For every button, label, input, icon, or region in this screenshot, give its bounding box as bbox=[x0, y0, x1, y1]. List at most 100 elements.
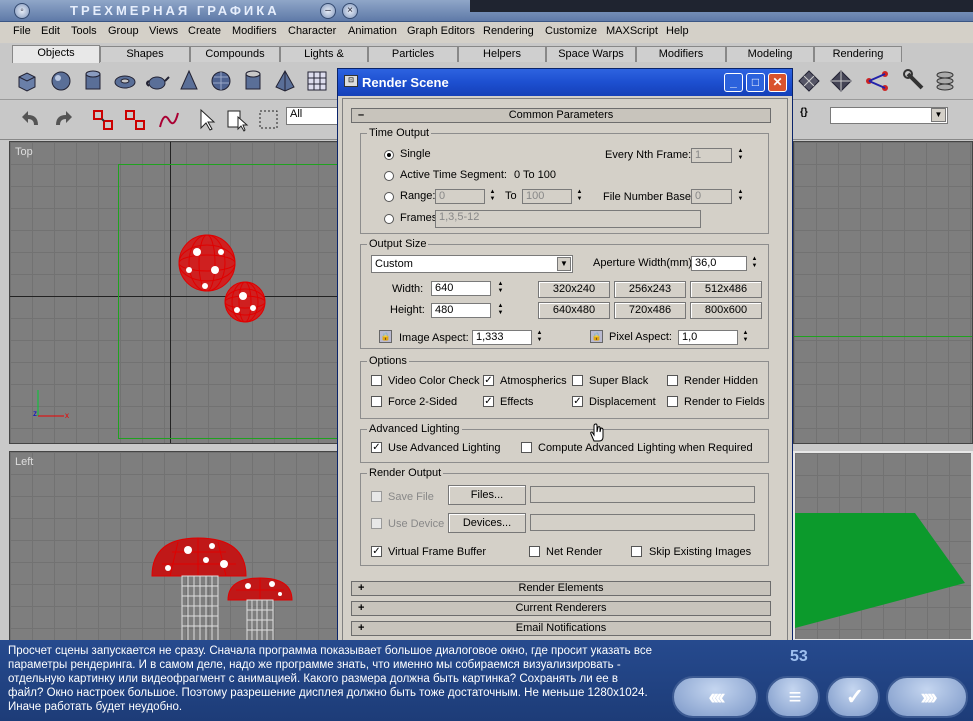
radio-single[interactable] bbox=[384, 150, 394, 160]
spinner[interactable]: ▲ ▼ bbox=[535, 330, 544, 345]
redo-icon[interactable] bbox=[50, 107, 76, 133]
prev-page-button[interactable]: ‹‹‹‹ bbox=[672, 676, 758, 718]
select-by-name-icon[interactable] bbox=[224, 107, 250, 133]
checkbox-render-to-fields[interactable] bbox=[667, 396, 678, 407]
range-to-input[interactable]: 100 bbox=[522, 189, 572, 204]
spinner[interactable]: ▲ ▼ bbox=[736, 148, 745, 163]
plane-icon[interactable] bbox=[304, 68, 330, 94]
chevron-down-icon[interactable]: ▼ bbox=[931, 108, 946, 122]
menu-modifiers[interactable]: Modifiers bbox=[232, 25, 277, 37]
spinner[interactable]: ▲ ▼ bbox=[575, 189, 584, 204]
checkbox-save-file[interactable] bbox=[371, 491, 382, 502]
tab-helpers[interactable]: Helpers bbox=[458, 46, 546, 62]
tab-compounds[interactable]: Compounds bbox=[190, 46, 280, 62]
tab-modifiers[interactable]: Modifiers bbox=[636, 46, 726, 62]
checkbox-skip-existing-images[interactable] bbox=[631, 546, 642, 557]
menu-help[interactable]: Help bbox=[666, 25, 689, 37]
checkbox-virtual-frame-buffer[interactable]: ✓ bbox=[371, 546, 382, 557]
preset-256x243-button[interactable]: 256x243 bbox=[614, 281, 686, 298]
width-input[interactable]: 640 bbox=[431, 281, 491, 296]
undo-icon[interactable] bbox=[18, 107, 44, 133]
viewport-label-top[interactable]: Top bbox=[15, 146, 33, 158]
menu-customize[interactable]: Customize bbox=[545, 25, 597, 37]
viewport-top[interactable]: Top zx bbox=[9, 141, 338, 444]
torus-icon[interactable] bbox=[112, 68, 138, 94]
preset-320x240-button[interactable]: 320x240 bbox=[538, 281, 610, 298]
lock-icon[interactable]: 🔒 bbox=[379, 330, 392, 343]
close-button[interactable]: ✕ bbox=[768, 73, 787, 92]
viewport-front[interactable] bbox=[793, 141, 973, 444]
contents-button[interactable]: ≡ bbox=[766, 676, 820, 718]
checkbox-atmospherics[interactable]: ✓ bbox=[483, 375, 494, 386]
tab-particles[interactable]: Particles bbox=[368, 46, 458, 62]
aperture-width-input[interactable]: 36,0 bbox=[691, 256, 747, 271]
radio-frames[interactable] bbox=[384, 214, 394, 224]
devices-button[interactable]: Devices... bbox=[448, 513, 526, 533]
maximize-button[interactable]: □ bbox=[746, 73, 765, 92]
geosphere-icon[interactable] bbox=[208, 68, 234, 94]
pixel-aspect-input[interactable]: 1,0 bbox=[678, 330, 738, 345]
checkbox-net-render[interactable] bbox=[529, 546, 540, 557]
spinner[interactable]: ▲ ▼ bbox=[496, 303, 505, 318]
select-arrow-icon[interactable] bbox=[194, 107, 220, 133]
named-selection-icon[interactable]: {} bbox=[800, 107, 808, 118]
select-link-icon[interactable] bbox=[90, 107, 116, 133]
menu-edit[interactable]: Edit bbox=[41, 25, 60, 37]
spinner[interactable]: ▲ ▼ bbox=[750, 256, 759, 271]
rollup-email-notifications[interactable]: + Email Notifications bbox=[351, 621, 771, 636]
cylinder-icon[interactable] bbox=[80, 68, 106, 94]
wrench-icon[interactable] bbox=[902, 68, 928, 94]
box-icon[interactable] bbox=[14, 68, 40, 94]
check-button[interactable]: ✓ bbox=[826, 676, 880, 718]
viewport-left[interactable]: Left bbox=[9, 451, 338, 641]
bind-space-warp-icon[interactable] bbox=[156, 107, 182, 133]
rollup-render-elements[interactable]: + Render Elements bbox=[351, 581, 771, 596]
menu-maxscript[interactable]: MAXScript bbox=[606, 25, 658, 37]
chevron-down-icon[interactable]: ▼ bbox=[557, 257, 571, 271]
radio-range[interactable] bbox=[384, 192, 394, 202]
checkbox-render-hidden[interactable] bbox=[667, 375, 678, 386]
height-input[interactable]: 480 bbox=[431, 303, 491, 318]
dialog-titlebar[interactable]: ⊡ Render Scene _ □ ✕ bbox=[338, 69, 792, 96]
spinner[interactable]: ▲ ▼ bbox=[736, 189, 745, 204]
menu-group[interactable]: Group bbox=[108, 25, 139, 37]
close-icon[interactable]: × bbox=[342, 3, 358, 19]
checkbox-use-advanced-lighting[interactable]: ✓ bbox=[371, 442, 382, 453]
menu-file[interactable]: File bbox=[13, 25, 31, 37]
pyramid-icon[interactable] bbox=[272, 68, 298, 94]
tab-objects[interactable]: Objects bbox=[12, 45, 100, 63]
every-nth-frame-input[interactable]: 1 bbox=[691, 148, 732, 163]
viewport-perspective[interactable] bbox=[793, 451, 973, 641]
preset-800x600-button[interactable]: 800x600 bbox=[690, 302, 762, 319]
rect-select-icon[interactable] bbox=[256, 107, 282, 133]
checkbox-effects[interactable]: ✓ bbox=[483, 396, 494, 407]
minimize-button[interactable]: _ bbox=[724, 73, 743, 92]
viewport-label-left[interactable]: Left bbox=[15, 456, 33, 468]
menu-tools[interactable]: Tools bbox=[71, 25, 97, 37]
preset-640x480-button[interactable]: 640x480 bbox=[538, 302, 610, 319]
spinner[interactable]: ▲ ▼ bbox=[741, 330, 750, 345]
menu-animation[interactable]: Animation bbox=[348, 25, 397, 37]
tab-lights-cameras[interactable]: Lights & Cameras bbox=[280, 46, 368, 74]
menu-character[interactable]: Character bbox=[288, 25, 336, 37]
preset-512x486-button[interactable]: 512x486 bbox=[690, 281, 762, 298]
checkbox-use-device[interactable] bbox=[371, 518, 382, 529]
tube-icon[interactable] bbox=[240, 68, 266, 94]
frames-input[interactable]: 1,3,5-12 bbox=[435, 210, 701, 228]
unlink-icon[interactable] bbox=[122, 107, 148, 133]
menu-graph-editors[interactable]: Graph Editors bbox=[407, 25, 475, 37]
menu-views[interactable]: Views bbox=[149, 25, 178, 37]
checkbox-compute-advanced-lighting[interactable] bbox=[521, 442, 532, 453]
checkbox-super-black[interactable] bbox=[572, 375, 583, 386]
cone-icon[interactable] bbox=[176, 68, 202, 94]
checkbox-displacement[interactable]: ✓ bbox=[572, 396, 583, 407]
selection-filter[interactable]: All bbox=[286, 107, 342, 125]
lock-icon[interactable]: 🔒 bbox=[590, 330, 603, 343]
array-icon[interactable] bbox=[796, 68, 822, 94]
checkbox-force-2-sided[interactable] bbox=[371, 396, 382, 407]
output-size-preset-dropdown[interactable]: Custom bbox=[371, 255, 573, 273]
link-nodes-icon[interactable] bbox=[864, 68, 890, 94]
teapot-icon[interactable] bbox=[144, 68, 170, 94]
menu-create[interactable]: Create bbox=[188, 25, 221, 37]
tab-modeling[interactable]: Modeling bbox=[726, 46, 814, 62]
